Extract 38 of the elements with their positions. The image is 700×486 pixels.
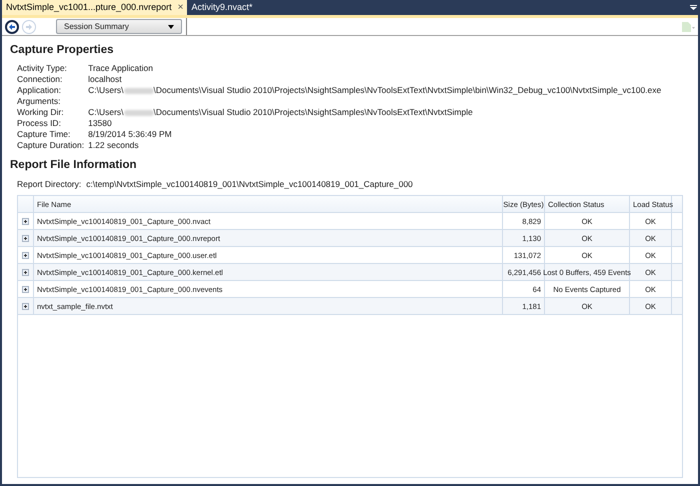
expand-icon[interactable] [22, 302, 29, 310]
property-value: c:\temp\NvtxtSimple_vc100140819_001\NvtxtSimple_vc100140819_001_Capture_000 [86, 178, 413, 190]
property-label: Capture Time: [17, 129, 72, 140]
expand-icon[interactable] [22, 218, 29, 225]
section-heading: Report File Information [10, 158, 138, 174]
dropdown-icon[interactable] [690, 5, 697, 10]
property-label: Application: [17, 85, 62, 96]
property-label: Report Directory: [17, 178, 82, 190]
property-value: 8/19/2014 5:36:49 PM [88, 129, 173, 140]
caret-icon [168, 24, 174, 28]
property-value: localhost [88, 74, 123, 86]
expand-icon[interactable] [22, 286, 29, 293]
property-label: Connection: [17, 74, 64, 86]
document-tab[interactable]: NvtxtSimple_vc1001...pture_000.nvreport × [2, 0, 188, 15]
expand-icon[interactable] [22, 268, 29, 276]
forward-arrow-icon [25, 22, 33, 30]
property-label: Capture Duration: [17, 140, 84, 152]
property-label: Activity Type: [17, 63, 68, 74]
property-value: Trace Application [88, 63, 154, 74]
expand-icon[interactable] [22, 252, 29, 259]
property-value: 13580 [88, 118, 113, 130]
property-label: Process ID: [17, 118, 62, 130]
property-value: C:\Users\ [88, 107, 124, 118]
back-arrow-icon [8, 22, 16, 30]
property-value: \Documents\Visual Studio 2010\Projects\NsightSamples\NvToolsExtText\NvtxtSimple\bin\Win32_Debug_vc100\NvtxtSimple_vc100.exe [154, 85, 662, 96]
property-label: Working Dir: [17, 107, 65, 118]
expand-icon[interactable] [22, 234, 29, 242]
property-value: \Documents\Visual Studio 2010\Projects\NsightSamples\NvToolsExtText\NvtxtSimple [154, 107, 473, 118]
session-dropdown[interactable]: Session Summary [56, 19, 182, 34]
section-heading: Capture Properties [10, 43, 115, 58]
redacted-block [124, 88, 154, 94]
back-button[interactable] [5, 20, 19, 34]
document-tab[interactable]: Activity9.nvact* [187, 0, 256, 15]
close-icon[interactable]: × [178, 0, 184, 15]
redacted-block [124, 110, 154, 116]
property-label: Arguments: [17, 96, 62, 108]
property-value: C:\Users\ [88, 85, 124, 96]
property-value: 1.22 seconds [88, 140, 140, 152]
